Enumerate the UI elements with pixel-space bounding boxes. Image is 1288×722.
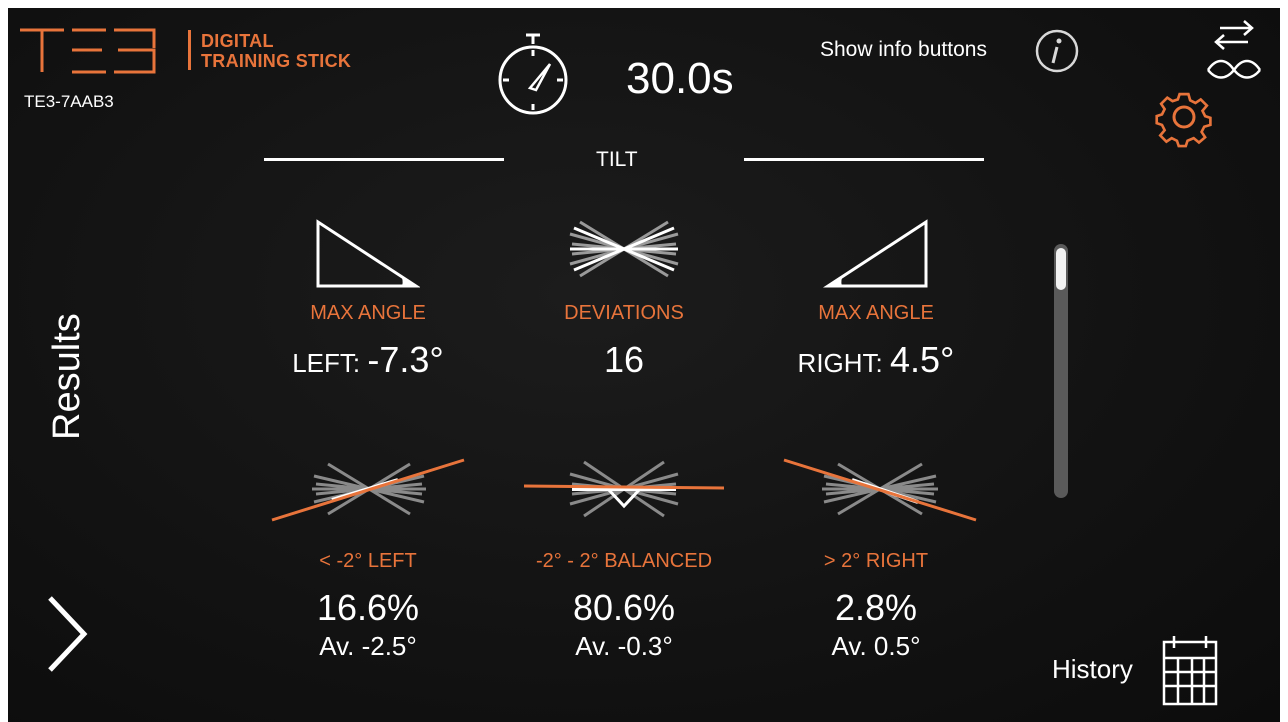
scrollbar-thumb[interactable] bbox=[1056, 248, 1066, 290]
section-title: TILT bbox=[596, 148, 638, 171]
distribution-average: Av. -2.5° bbox=[319, 631, 417, 661]
gear-icon[interactable] bbox=[1152, 88, 1216, 152]
history-label[interactable]: History bbox=[1052, 654, 1133, 685]
max-angle-left-icon bbox=[316, 219, 420, 288]
stat-prefix: RIGHT: bbox=[797, 348, 890, 378]
stat-number: 4.5° bbox=[890, 339, 955, 380]
distribution-label: -2° - 2° BALANCED bbox=[535, 550, 713, 572]
brand-subtitle-line1: DIGITAL bbox=[201, 31, 274, 51]
stopwatch-icon[interactable] bbox=[496, 32, 570, 116]
chevron-right-icon[interactable] bbox=[42, 592, 92, 676]
stat-value: 16 bbox=[504, 339, 744, 381]
results-label: Results bbox=[46, 313, 88, 440]
distribution-average: Av. 0.5° bbox=[831, 631, 921, 661]
distribution-percent: 2.8% bbox=[834, 587, 918, 628]
app-screen: DIGITAL TRAINING STICK TE3-7AAB3 30.0s S… bbox=[8, 8, 1280, 722]
stat-max-angle-right: MAX ANGLE RIGHT: 4.5° bbox=[756, 302, 996, 381]
distribution-average: Av. -0.3° bbox=[575, 631, 673, 661]
distribution-percent: 16.6% bbox=[316, 587, 420, 628]
swap-device-icon[interactable] bbox=[1206, 18, 1262, 82]
distribution-label: < -2° LEFT bbox=[319, 550, 417, 572]
stat-value: RIGHT: 4.5° bbox=[756, 339, 996, 381]
stat-label: DEVIATIONS bbox=[564, 302, 684, 324]
brand-subtitle-line2: TRAINING STICK bbox=[201, 51, 352, 71]
max-angle-right-icon bbox=[822, 219, 928, 288]
calendar-icon[interactable] bbox=[1158, 632, 1222, 708]
info-toggle-label[interactable]: Show info buttons bbox=[820, 38, 987, 62]
distribution-right: > 2° RIGHT 2.8% Av. 0.5° bbox=[756, 550, 996, 662]
timer-value: 30.0s bbox=[626, 54, 734, 103]
te3-logo bbox=[20, 28, 156, 74]
distribution-percent: 80.6% bbox=[572, 587, 676, 628]
stat-prefix: LEFT: bbox=[292, 348, 368, 378]
stat-number: 16 bbox=[603, 339, 645, 380]
device-id: TE3-7AAB3 bbox=[24, 92, 114, 111]
distribution-label: > 2° RIGHT bbox=[823, 550, 929, 572]
stat-deviations: DEVIATIONS 16 bbox=[504, 302, 744, 381]
stat-value: LEFT: -7.3° bbox=[248, 339, 488, 381]
section-rule-right bbox=[744, 158, 984, 161]
info-icon[interactable] bbox=[1034, 28, 1080, 74]
brand-divider bbox=[188, 30, 191, 70]
distribution-left: < -2° LEFT 16.6% Av. -2.5° bbox=[248, 550, 488, 662]
stat-max-angle-left: MAX ANGLE LEFT: -7.3° bbox=[248, 302, 488, 381]
tilt-right-icon bbox=[783, 458, 977, 522]
tilt-balanced-icon bbox=[523, 460, 725, 518]
deviations-icon bbox=[569, 220, 679, 278]
stat-number: -7.3° bbox=[367, 339, 444, 380]
stat-label: MAX ANGLE bbox=[818, 302, 934, 324]
distribution-balanced: -2° - 2° BALANCED 80.6% Av. -0.3° bbox=[504, 550, 744, 662]
section-rule-left bbox=[264, 158, 504, 161]
stat-label: MAX ANGLE bbox=[310, 302, 426, 324]
tilt-left-icon bbox=[271, 458, 465, 522]
